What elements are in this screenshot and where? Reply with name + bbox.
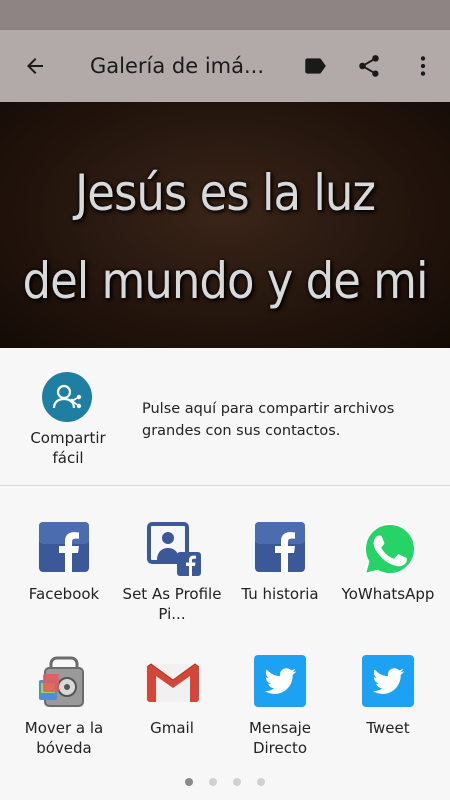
- more-options-button[interactable]: [396, 30, 450, 102]
- facebook-story-icon: [253, 520, 307, 574]
- easy-share-icon[interactable]: [42, 372, 92, 422]
- label-icon: [305, 58, 326, 74]
- share-target-label: Mensaje Directo: [248, 719, 312, 757]
- image-preview: Jesús es la luz del mundo y de mi: [0, 102, 450, 348]
- share-target-label: Tu historia: [241, 585, 319, 603]
- share-target-whatsapp[interactable]: YoWhatsApp: [332, 520, 444, 604]
- share-target-label: YoWhatsApp: [341, 585, 435, 603]
- more-vert-icon: [420, 56, 426, 76]
- share-target-label: Gmail: [150, 719, 194, 737]
- status-bar: [0, 0, 450, 30]
- share-sheet: Compartir fácil Pulse aquí para comparti…: [0, 348, 450, 800]
- app-bar: Galería de imá...: [0, 30, 450, 102]
- page-dot-1[interactable]: [185, 778, 193, 786]
- share-target-facebook[interactable]: Facebook: [8, 520, 120, 604]
- share-target-label: Facebook: [28, 585, 100, 603]
- share-target-label: Tweet: [366, 719, 410, 737]
- twitter-dm-icon: [253, 654, 307, 708]
- share-target-set-profile-picture[interactable]: Set As Profile Pi...: [116, 520, 228, 624]
- page-title: Galería de imá...: [90, 54, 265, 78]
- vault-icon: [37, 654, 91, 708]
- back-button[interactable]: [0, 30, 70, 102]
- share-target-gmail[interactable]: Gmail: [116, 654, 228, 738]
- share-target-label: Set As Profile Pi...: [122, 585, 222, 623]
- easy-share-description: Pulse aquí para compartir archivos grand…: [142, 401, 395, 439]
- share-target-tweet[interactable]: Tweet: [332, 654, 444, 738]
- share-target-facebook-story[interactable]: Tu historia: [224, 520, 336, 604]
- page-indicator: [0, 778, 450, 786]
- easy-share-label: Compartir fácil: [30, 429, 106, 467]
- share-target-twitter-dm[interactable]: Mensaje Directo: [224, 654, 336, 758]
- share-button[interactable]: [342, 30, 396, 102]
- gmail-icon: [145, 654, 200, 708]
- label-button[interactable]: [288, 30, 342, 102]
- page-dot-3[interactable]: [233, 778, 241, 786]
- set-profile-picture-icon: [145, 520, 201, 576]
- facebook-icon: [37, 520, 91, 574]
- image-text-line-1: Jesús es la luz: [75, 164, 376, 222]
- page-dot-4[interactable]: [257, 778, 265, 786]
- twitter-icon: [361, 654, 415, 708]
- whatsapp-icon: [361, 520, 417, 576]
- image-text-line-2: del mundo y de mi: [22, 252, 429, 310]
- arrow-back-icon: [27, 58, 43, 74]
- page-dot-2[interactable]: [209, 778, 217, 786]
- share-target-label: Mover a la bóveda: [24, 719, 104, 757]
- share-icon: [359, 55, 379, 77]
- easy-share-row[interactable]: Compartir fácil Pulse aquí para comparti…: [0, 348, 450, 486]
- share-target-vault[interactable]: Mover a la bóveda: [8, 654, 120, 758]
